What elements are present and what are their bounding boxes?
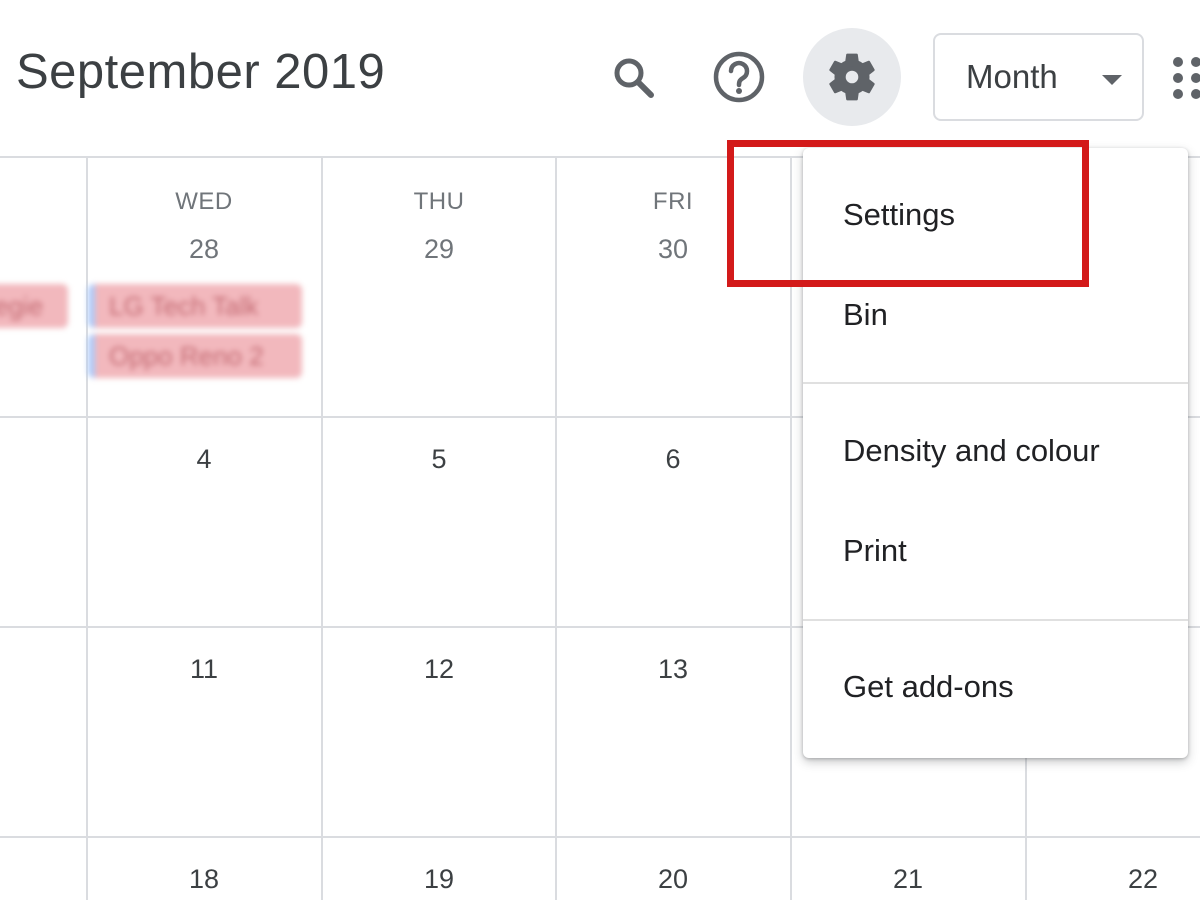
- event-chip[interactable]: Oppo Reno 2: [88, 334, 302, 378]
- day-number[interactable]: 21: [791, 864, 1025, 895]
- menu-divider: [803, 619, 1188, 621]
- day-number[interactable]: 18: [87, 864, 321, 895]
- day-number[interactable]: 12: [322, 654, 556, 685]
- view-select[interactable]: Month: [933, 33, 1144, 121]
- menu-item-get-add-ons[interactable]: Get add-ons: [803, 642, 1188, 732]
- day-number[interactable]: 13: [556, 654, 790, 685]
- day-number[interactable]: 28: [87, 234, 321, 265]
- menu-item-settings[interactable]: Settings: [803, 170, 1188, 260]
- day-number[interactable]: 5: [322, 444, 556, 475]
- menu-divider: [803, 382, 1188, 384]
- settings-button[interactable]: [803, 28, 901, 126]
- weekday-header: WED: [175, 188, 233, 215]
- day-number[interactable]: 20: [556, 864, 790, 895]
- grid-line: [321, 158, 323, 900]
- event-chip[interactable]: LG Tech Talk: [88, 284, 302, 328]
- search-icon: [614, 58, 654, 98]
- grid-line: [555, 158, 557, 900]
- top-bar: September 2019 Month: [0, 0, 1200, 158]
- event-chip[interactable]: egie: [0, 284, 68, 328]
- day-number[interactable]: 6: [556, 444, 790, 475]
- grid-line: [790, 158, 792, 900]
- day-number[interactable]: 11: [87, 654, 321, 685]
- chevron-down-icon: [1102, 75, 1122, 85]
- grid-line: [86, 158, 88, 900]
- day-number[interactable]: 30: [556, 234, 790, 265]
- day-number[interactable]: 19: [322, 864, 556, 895]
- day-number[interactable]: 22: [1026, 864, 1200, 895]
- calendar-app: September 2019 Month WED THU FRI 28 29 3…: [0, 0, 1200, 900]
- day-number[interactable]: 29: [322, 234, 556, 265]
- menu-item-density-and-colour[interactable]: Density and colour: [803, 406, 1188, 496]
- grid-line: [0, 836, 1200, 838]
- view-select-value: Month: [966, 58, 1058, 95]
- search-button[interactable]: [584, 28, 682, 126]
- settings-menu: Settings Bin Density and colour Print Ge…: [803, 148, 1188, 758]
- help-button[interactable]: [690, 28, 788, 126]
- apps-grid-icon[interactable]: [1170, 56, 1200, 100]
- weekday-header: THU: [413, 188, 465, 215]
- gear-icon: [829, 53, 875, 101]
- weekday-header: FRI: [652, 188, 694, 215]
- menu-item-print[interactable]: Print: [803, 506, 1188, 596]
- day-number[interactable]: 4: [87, 444, 321, 475]
- help-icon: [713, 51, 765, 103]
- menu-item-bin[interactable]: Bin: [803, 270, 1188, 360]
- page-title: September 2019: [16, 45, 386, 99]
